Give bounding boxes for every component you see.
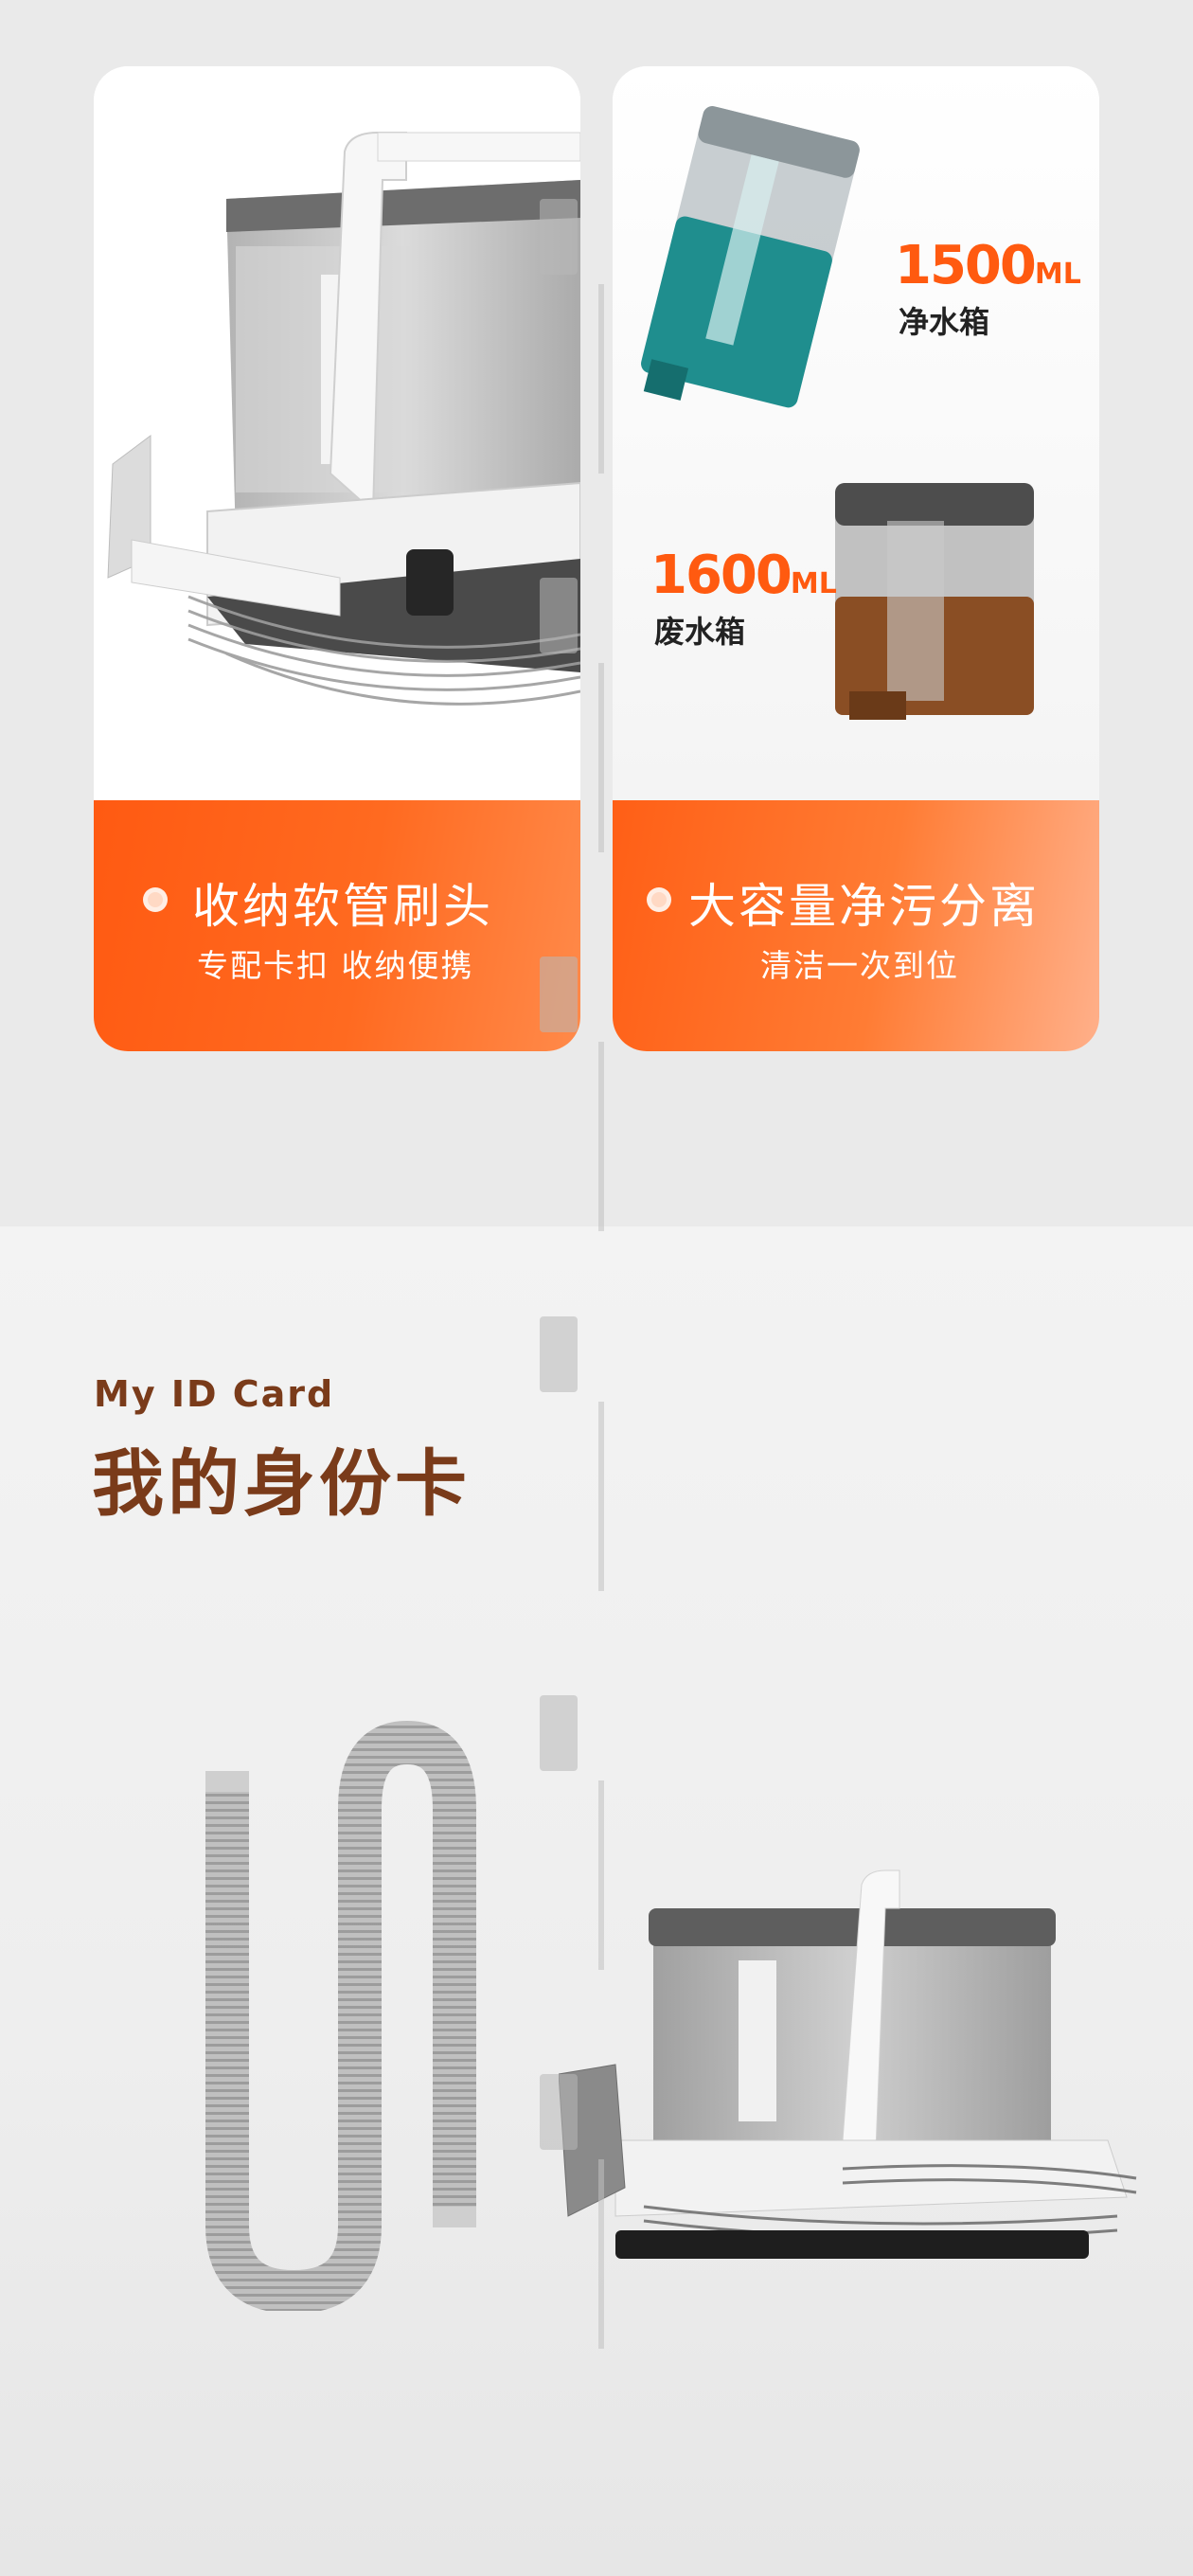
feature-subtitle: 专配卡扣 收纳便携	[197, 947, 474, 984]
feature-banner-tank-capacity: 大容量净污分离 清洁一次到位	[613, 800, 1099, 1051]
dirty-tank-label: 废水箱	[654, 614, 746, 650]
dirty-tank-capacity: 1600ML	[650, 545, 837, 606]
feature-section: 收纳软管刷头 专配卡扣 收纳便携 1500ML 净水箱 1600ML 废水箱 大…	[0, 0, 1193, 1226]
feature-title: 收纳软管刷头	[192, 879, 493, 934]
clean-tank-capacity: 1500ML	[895, 235, 1081, 296]
feature-card-hose-storage: 收纳软管刷头 专配卡扣 收纳便携	[94, 66, 580, 1051]
feature-title: 大容量净污分离	[688, 879, 1040, 934]
feature-card-tank-capacity: 1500ML 净水箱 1600ML 废水箱 大容量净污分离 清洁一次到位	[613, 66, 1099, 1051]
tank-capacity-product-photo	[613, 66, 1099, 800]
section-title: 我的身份卡	[92, 1441, 471, 1526]
bullet-dot-icon	[143, 887, 168, 912]
section-eyebrow: My ID Card	[94, 1373, 335, 1415]
extension-hose-image	[205, 1720, 476, 2311]
clean-tank-label: 净水箱	[899, 304, 990, 340]
hose-storage-product-photo	[94, 66, 580, 800]
bullet-dot-icon	[647, 887, 671, 912]
feature-banner-hose-storage: 收纳软管刷头 专配卡扣 收纳便携	[94, 800, 580, 1051]
spot-cleaner-product-image	[559, 1869, 1137, 2259]
feature-subtitle: 清洁一次到位	[760, 947, 959, 984]
